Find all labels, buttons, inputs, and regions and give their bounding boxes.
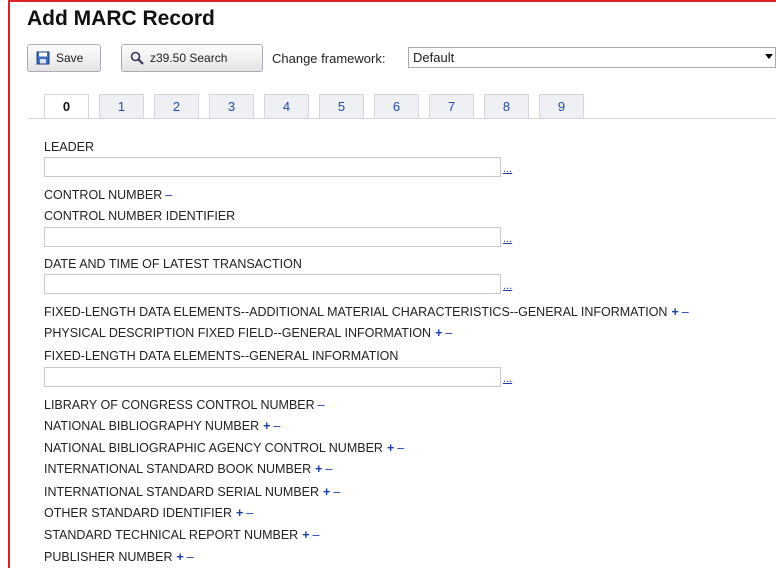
window-border-top xyxy=(8,0,776,2)
tab-panel xyxy=(27,118,776,569)
toolbar: Save z39.50 Search Change framework: Def… xyxy=(27,44,776,74)
add-field-button[interactable]: + xyxy=(671,305,678,319)
field-label-text: LIBRARY OF CONGRESS CONTROL NUMBER xyxy=(44,398,315,412)
field-label-tech-report: STANDARD TECHNICAL REPORT NUMBER + – xyxy=(44,528,319,542)
control-number-identifier-input[interactable] xyxy=(44,227,501,247)
field-label-control-number-identifier: CONTROL NUMBER IDENTIFIER xyxy=(44,209,235,223)
field-label-control-number: CONTROL NUMBER – xyxy=(44,188,172,202)
field-label-loc-control: LIBRARY OF CONGRESS CONTROL NUMBER – xyxy=(44,398,325,412)
field-label-physical-description: PHYSICAL DESCRIPTION FIXED FIELD--GENERA… xyxy=(44,326,452,340)
control-number-identifier-plugin-link[interactable]: ... xyxy=(503,233,512,245)
tab-5[interactable]: 5 xyxy=(319,94,364,118)
field-label-other-identifier: OTHER STANDARD IDENTIFIER + – xyxy=(44,506,253,520)
field-label-fixed-additional: FIXED-LENGTH DATA ELEMENTS--ADDITIONAL M… xyxy=(44,305,689,319)
add-field-button[interactable]: + xyxy=(435,326,442,340)
add-field-button[interactable]: + xyxy=(236,506,243,520)
field-label-text: NATIONAL BIBLIOGRAPHIC AGENCY CONTROL NU… xyxy=(44,441,383,455)
field-label-text: INTERNATIONAL STANDARD SERIAL NUMBER xyxy=(44,485,320,499)
remove-field-button[interactable]: – xyxy=(313,528,320,542)
field-label-leader: LEADER xyxy=(44,140,94,154)
tab-1[interactable]: 1 xyxy=(99,94,144,118)
date-time-input[interactable] xyxy=(44,274,501,294)
fixed-general-plugin-link[interactable]: ... xyxy=(503,373,512,385)
framework-select-value: Default xyxy=(413,50,455,65)
remove-field-button[interactable]: – xyxy=(333,485,340,499)
leader-input[interactable] xyxy=(44,157,501,177)
page-title: Add MARC Record xyxy=(27,7,215,30)
field-label-national-bib-number: NATIONAL BIBLIOGRAPHY NUMBER + – xyxy=(44,419,280,433)
framework-select[interactable]: Default xyxy=(408,47,776,68)
add-field-button[interactable]: + xyxy=(323,485,330,499)
remove-field-button[interactable]: – xyxy=(318,398,325,412)
floppy-disk-icon xyxy=(36,51,50,65)
field-label-text: PHYSICAL DESCRIPTION FIXED FIELD--GENERA… xyxy=(44,326,432,340)
field-label-national-bib-agency: NATIONAL BIBLIOGRAPHIC AGENCY CONTROL NU… xyxy=(44,441,404,455)
search-button-label: z39.50 Search xyxy=(150,51,228,65)
tab-7[interactable]: 7 xyxy=(429,94,474,118)
field-label-isbn: INTERNATIONAL STANDARD BOOK NUMBER + – xyxy=(44,462,332,476)
add-field-button[interactable]: + xyxy=(302,528,309,542)
leader-plugin-link[interactable]: ... xyxy=(503,163,512,175)
window-border-left xyxy=(8,0,10,568)
tab-4[interactable]: 4 xyxy=(264,94,309,118)
save-button-label: Save xyxy=(56,51,84,65)
remove-field-button[interactable]: – xyxy=(165,188,172,202)
field-label-text: CONTROL NUMBER IDENTIFIER xyxy=(44,209,236,223)
add-field-button[interactable]: + xyxy=(387,441,394,455)
field-label-text: PUBLISHER NUMBER xyxy=(44,550,173,564)
field-label-text: OTHER STANDARD IDENTIFIER xyxy=(44,506,232,520)
field-label-text: FIXED-LENGTH DATA ELEMENTS--ADDITIONAL M… xyxy=(44,305,668,319)
remove-field-button[interactable]: – xyxy=(273,419,280,433)
fixed-general-input[interactable] xyxy=(44,367,501,387)
field-label-text: STANDARD TECHNICAL REPORT NUMBER xyxy=(44,528,299,542)
magnifier-icon xyxy=(130,51,144,65)
framework-label: Change framework: xyxy=(272,51,386,66)
add-field-button[interactable]: + xyxy=(263,419,270,433)
field-label-text: INTERNATIONAL STANDARD BOOK NUMBER xyxy=(44,462,312,476)
z3950-search-button[interactable]: z39.50 Search xyxy=(121,44,263,72)
date-time-plugin-link[interactable]: ... xyxy=(503,280,512,292)
field-label-fixed-general: FIXED-LENGTH DATA ELEMENTS--GENERAL INFO… xyxy=(44,349,398,363)
remove-field-button[interactable]: – xyxy=(397,441,404,455)
remove-field-button[interactable]: – xyxy=(445,326,452,340)
save-button[interactable]: Save xyxy=(27,44,101,72)
field-label-text: FIXED-LENGTH DATA ELEMENTS--GENERAL INFO… xyxy=(44,349,399,363)
tab-9[interactable]: 9 xyxy=(539,94,584,118)
field-label-text: NATIONAL BIBLIOGRAPHY NUMBER xyxy=(44,419,260,433)
field-label-issn: INTERNATIONAL STANDARD SERIAL NUMBER + – xyxy=(44,485,340,499)
tab-8[interactable]: 8 xyxy=(484,94,529,118)
tab-3[interactable]: 3 xyxy=(209,94,254,118)
field-label-text: LEADER xyxy=(44,140,95,154)
remove-field-button[interactable]: – xyxy=(325,462,332,476)
field-label-text: DATE AND TIME OF LATEST TRANSACTION xyxy=(44,257,302,271)
remove-field-button[interactable]: – xyxy=(246,506,253,520)
tab-6[interactable]: 6 xyxy=(374,94,419,118)
field-label-date-time: DATE AND TIME OF LATEST TRANSACTION xyxy=(44,257,302,271)
remove-field-button[interactable]: – xyxy=(682,305,689,319)
add-field-button[interactable]: + xyxy=(315,462,322,476)
tab-0[interactable]: 0 xyxy=(44,94,89,119)
add-field-button[interactable]: + xyxy=(177,550,184,564)
chevron-down-icon xyxy=(765,54,773,59)
tab-2[interactable]: 2 xyxy=(154,94,199,118)
field-label-publisher-number: PUBLISHER NUMBER + – xyxy=(44,550,194,564)
remove-field-button[interactable]: – xyxy=(187,550,194,564)
field-label-text: CONTROL NUMBER xyxy=(44,188,163,202)
